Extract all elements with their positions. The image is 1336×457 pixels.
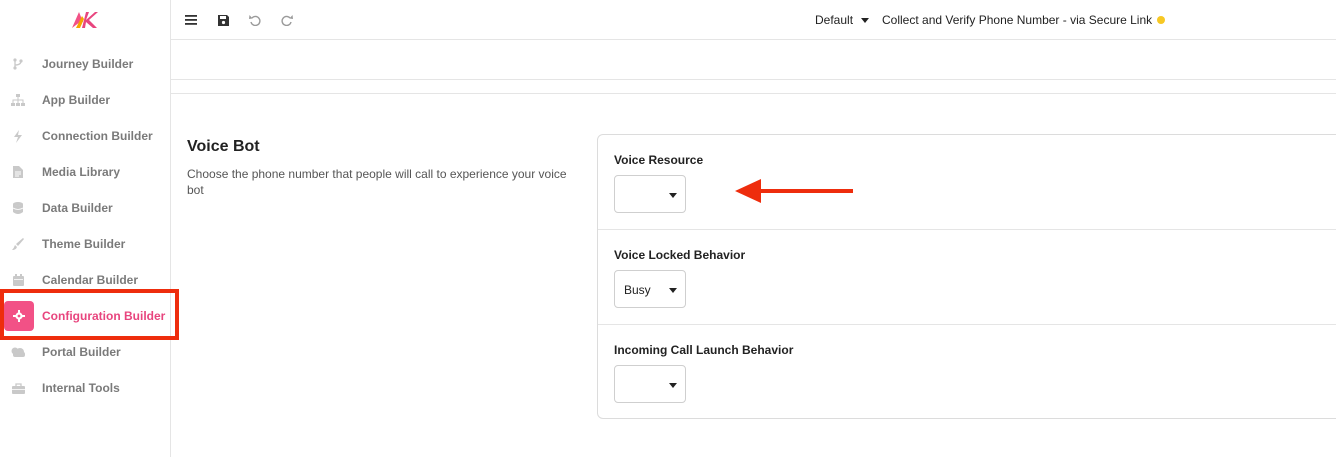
menu-icon[interactable] — [183, 12, 199, 28]
undo-icon[interactable] — [247, 12, 263, 28]
sidebar-item-label: Internal Tools — [42, 381, 120, 395]
voice-settings-card: Voice Resource Voice Locked Behavior Bus… — [597, 134, 1336, 419]
caret-down-icon — [669, 288, 677, 293]
divider — [171, 93, 1336, 94]
sidebar-item-calendar-builder[interactable]: Calendar Builder — [0, 266, 171, 294]
sidebar-item-configuration-builder[interactable]: Configuration Builder — [0, 301, 171, 331]
sidebar-item-internal-tools[interactable]: Internal Tools — [0, 374, 171, 402]
logo-icon[interactable] — [70, 10, 98, 30]
file-icon — [10, 164, 26, 180]
sidebar-item-portal-builder[interactable]: Portal Builder — [0, 338, 171, 366]
divider — [598, 229, 1336, 230]
incoming-call-launch-behavior-select[interactable] — [614, 365, 686, 403]
gear-icon — [4, 301, 34, 331]
sidebar-item-app-builder[interactable]: App Builder — [0, 86, 171, 114]
sitemap-icon — [10, 92, 26, 108]
status-indicator — [1157, 16, 1165, 24]
sidebar-item-label: Media Library — [42, 165, 121, 179]
branch-icon — [10, 56, 26, 72]
sidebar-item-label: Theme Builder — [42, 237, 126, 251]
sidebar-item-label: Journey Builder — [42, 57, 134, 71]
caret-down-icon — [861, 17, 870, 23]
database-icon — [10, 200, 26, 216]
voice-resource-label: Voice Resource — [614, 153, 704, 167]
sidebar-item-label: Calendar Builder — [42, 273, 139, 287]
sidebar-item-label: Portal Builder — [42, 345, 121, 359]
sidebar-item-data-builder[interactable]: Data Builder — [0, 194, 171, 222]
toolbox-icon — [10, 380, 26, 396]
project-name: Collect and Verify Phone Number - via Se… — [882, 13, 1153, 27]
calendar-icon — [10, 272, 26, 288]
sidebar-item-label: Connection Builder — [42, 129, 153, 143]
toolbar: Default Collect and Verify Phone Number … — [171, 0, 1336, 40]
sidebar-item-journey-builder[interactable]: Journey Builder — [0, 50, 171, 78]
voice-locked-behavior-label: Voice Locked Behavior — [614, 248, 746, 262]
sidebar-item-media-library[interactable]: Media Library — [0, 158, 171, 186]
section-title: Voice Bot — [187, 138, 260, 155]
section-description: Choose the phone number that people will… — [187, 167, 567, 197]
cloud-icon — [10, 344, 26, 360]
sidebar-item-connection-builder[interactable]: Connection Builder — [0, 122, 171, 150]
voice-resource-select[interactable] — [614, 175, 686, 213]
sidebar-item-label: Configuration Builder — [42, 309, 166, 323]
redo-icon[interactable] — [279, 12, 295, 28]
brush-icon — [10, 236, 26, 252]
annotation-arrow-icon — [735, 178, 855, 204]
bolt-icon — [10, 128, 26, 144]
sidebar: Journey Builder App Builder Connection B… — [0, 0, 171, 457]
voice-locked-behavior-select[interactable]: Busy — [614, 270, 686, 308]
sidebar-item-theme-builder[interactable]: Theme Builder — [0, 230, 171, 258]
divider — [598, 324, 1336, 325]
caret-down-icon — [669, 193, 677, 198]
sidebar-item-label: App Builder — [42, 93, 110, 107]
caret-down-icon — [669, 383, 677, 388]
select-value: Busy — [624, 283, 651, 297]
save-icon[interactable] — [215, 12, 231, 28]
sidebar-item-label: Data Builder — [42, 201, 113, 215]
environment-label: Default — [815, 13, 854, 27]
incoming-call-launch-behavior-label: Incoming Call Launch Behavior — [614, 343, 794, 357]
secondary-bar — [171, 40, 1336, 80]
environment-dropdown[interactable]: Default — [815, 13, 870, 27]
